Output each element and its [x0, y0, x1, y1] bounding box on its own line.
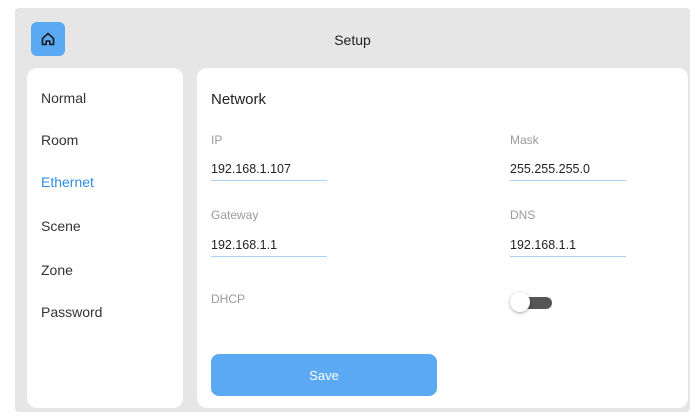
- header-bar: Setup: [15, 8, 690, 68]
- page-title: Setup: [334, 32, 371, 48]
- dhcp-label: DHCP: [211, 292, 246, 306]
- dns-label: DNS: [510, 208, 536, 222]
- sidebar-item-password[interactable]: Password: [41, 304, 102, 320]
- sidebar: Normal Room Ethernet Scene Zone Password: [27, 68, 183, 408]
- sidebar-item-normal[interactable]: Normal: [41, 90, 86, 106]
- sidebar-item-ethernet[interactable]: Ethernet: [41, 174, 94, 190]
- sidebar-item-room[interactable]: Room: [41, 132, 78, 148]
- setup-screen: Setup Normal Room Ethernet Scene Zone Pa…: [15, 8, 690, 412]
- dhcp-toggle[interactable]: [510, 292, 554, 312]
- gateway-field[interactable]: 192.168.1.1: [211, 238, 327, 257]
- ip-label: IP: [211, 133, 223, 147]
- sidebar-item-zone[interactable]: Zone: [41, 262, 73, 278]
- save-button[interactable]: Save: [211, 354, 437, 396]
- mask-label: Mask: [510, 133, 539, 147]
- gateway-label: Gateway: [211, 208, 259, 222]
- network-panel: Network IP 192.168.1.107 Mask 255.255.25…: [197, 68, 688, 408]
- dns-field[interactable]: 192.168.1.1: [510, 238, 626, 257]
- toggle-knob: [510, 292, 530, 312]
- mask-field[interactable]: 255.255.255.0: [510, 162, 626, 181]
- ip-field[interactable]: 192.168.1.107: [211, 162, 327, 181]
- section-title: Network: [211, 91, 267, 108]
- sidebar-item-scene[interactable]: Scene: [41, 218, 81, 234]
